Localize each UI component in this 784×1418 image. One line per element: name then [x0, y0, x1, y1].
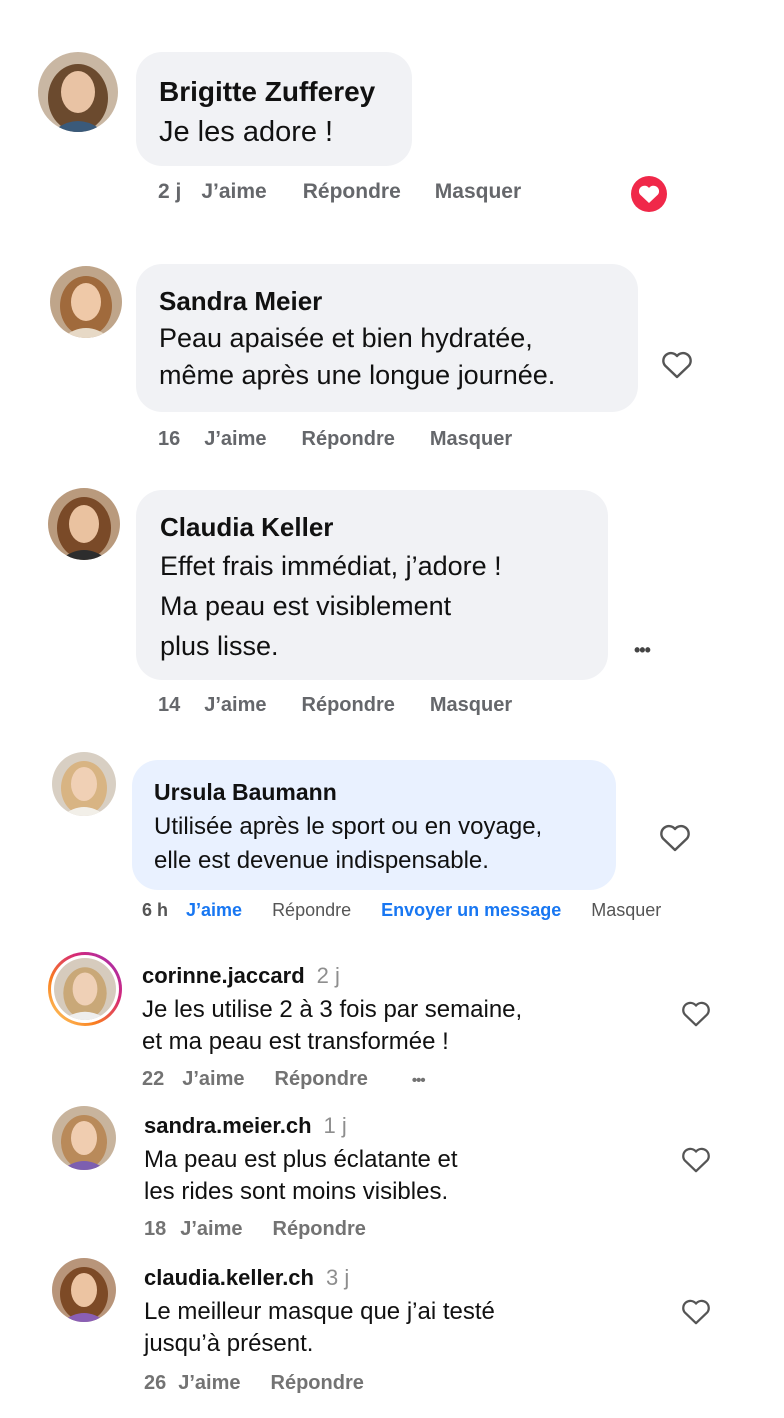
like-count: 18	[144, 1218, 167, 1240]
heart-outline-icon[interactable]	[681, 1000, 711, 1028]
comment-time: 16	[158, 428, 181, 450]
like-button[interactable]: J’aime	[186, 900, 242, 921]
like-button[interactable]: J’aime	[178, 1372, 240, 1395]
comment-time: 2 j	[316, 963, 340, 988]
comment-text: Ma peau est plus éclatante et les rides …	[144, 1146, 458, 1205]
comment-text: Effet frais immédiat, j’adore ! Ma peau …	[160, 551, 502, 661]
hide-button[interactable]: Masquer	[430, 428, 512, 451]
heart-outline-icon[interactable]	[681, 1146, 711, 1174]
comment-author[interactable]: Claudia Keller	[160, 512, 608, 542]
avatar[interactable]	[52, 1106, 116, 1170]
comment-username[interactable]: claudia.keller.ch	[144, 1265, 314, 1290]
avatar[interactable]	[48, 488, 120, 560]
ig-comment-body: sandra.meier.ch 1 j Ma peau est plus écla…	[144, 1112, 664, 1208]
like-button[interactable]: J’aime	[204, 428, 266, 451]
like-button[interactable]: J’aime	[182, 1068, 244, 1091]
comment-text: Peau apaisée et bien hydratée, même aprè…	[159, 323, 556, 390]
comment-time: 3 j	[325, 1265, 350, 1290]
reply-button[interactable]: Répondre	[271, 1372, 364, 1395]
like-button[interactable]: J’aime	[204, 694, 266, 717]
avatar[interactable]	[52, 1258, 116, 1322]
comment-author[interactable]: Ursula Baumann	[154, 778, 616, 806]
comment-time: 2 j	[158, 180, 182, 203]
reply-button[interactable]: Répondre	[302, 694, 395, 717]
comment-time: 6 h	[142, 900, 169, 920]
send-message-button[interactable]: Envoyer un message	[381, 900, 561, 921]
comment-text: Utilisée après le sport ou en voyage, el…	[154, 813, 543, 874]
more-options-button[interactable]: •••	[634, 640, 651, 661]
avatar[interactable]	[48, 952, 122, 1026]
hide-button[interactable]: Masquer	[430, 694, 512, 717]
comment-actions: 14 J’aime Répondre Masquer	[158, 694, 512, 717]
comment-bubble: Sandra Meier Peau apaisée et bien hydrat…	[136, 264, 638, 412]
ig-comment-body: corinne.jaccard 2 j Je les utilise 2 à 3 …	[142, 962, 662, 1058]
comment-actions: 16 J’aime Répondre Masquer	[158, 428, 512, 451]
comment-bubble: Claudia Keller Effet frais immédiat, j’a…	[136, 490, 608, 680]
like-button[interactable]: J’aime	[180, 1218, 242, 1241]
like-button[interactable]: J’aime	[201, 180, 266, 204]
more-options-button[interactable]: •••	[412, 1072, 426, 1089]
comment-text: Je les adore !	[159, 116, 334, 148]
heart-outline-icon[interactable]	[661, 350, 693, 380]
comment-actions: 18 J’aime Répondre	[144, 1218, 366, 1241]
reply-button[interactable]: Répondre	[303, 180, 401, 204]
comment-username[interactable]: corinne.jaccard	[142, 963, 305, 988]
like-count: 26	[144, 1372, 167, 1394]
ig-comment-body: claudia.keller.ch 3 j Le meilleur masque …	[144, 1264, 664, 1360]
heart-outline-icon[interactable]	[681, 1298, 711, 1326]
hide-button[interactable]: Masquer	[435, 180, 521, 204]
avatar[interactable]	[50, 266, 122, 338]
comment-bubble: Brigitte Zufferey Je les adore !	[136, 52, 412, 166]
comment-text: Le meilleur masque que j’ai testé jusqu’…	[144, 1298, 495, 1357]
comment-time: 1 j	[323, 1113, 347, 1138]
avatar[interactable]	[52, 752, 116, 816]
avatar[interactable]	[38, 52, 118, 132]
comment-actions: 6 h J’aime Répondre Envoyer un message M…	[142, 900, 661, 921]
comment-bubble: Ursula Baumann Utilisée après le sport o…	[132, 760, 616, 890]
comment-time: 14	[158, 694, 181, 716]
heart-outline-icon[interactable]	[659, 823, 691, 853]
comment-text: Je les utilise 2 à 3 fois par semaine, e…	[142, 996, 523, 1055]
reply-button[interactable]: Répondre	[273, 1218, 366, 1241]
hide-button[interactable]: Masquer	[591, 900, 661, 921]
reply-button[interactable]: Répondre	[302, 428, 395, 451]
comment-author[interactable]: Sandra Meier	[159, 286, 638, 316]
reply-button[interactable]: Répondre	[272, 900, 351, 921]
comment-actions: 2 j J’aime Répondre Masquer	[158, 180, 521, 204]
comment-actions: 22 J’aime Répondre •••	[142, 1068, 426, 1091]
heart-reaction-icon[interactable]	[630, 175, 668, 213]
comment-author[interactable]: Brigitte Zufferey	[159, 76, 412, 108]
like-count: 22	[142, 1068, 165, 1090]
comment-username[interactable]: sandra.meier.ch	[144, 1113, 312, 1138]
comment-actions: 26 J’aime Répondre	[144, 1372, 364, 1395]
reply-button[interactable]: Répondre	[275, 1068, 368, 1091]
